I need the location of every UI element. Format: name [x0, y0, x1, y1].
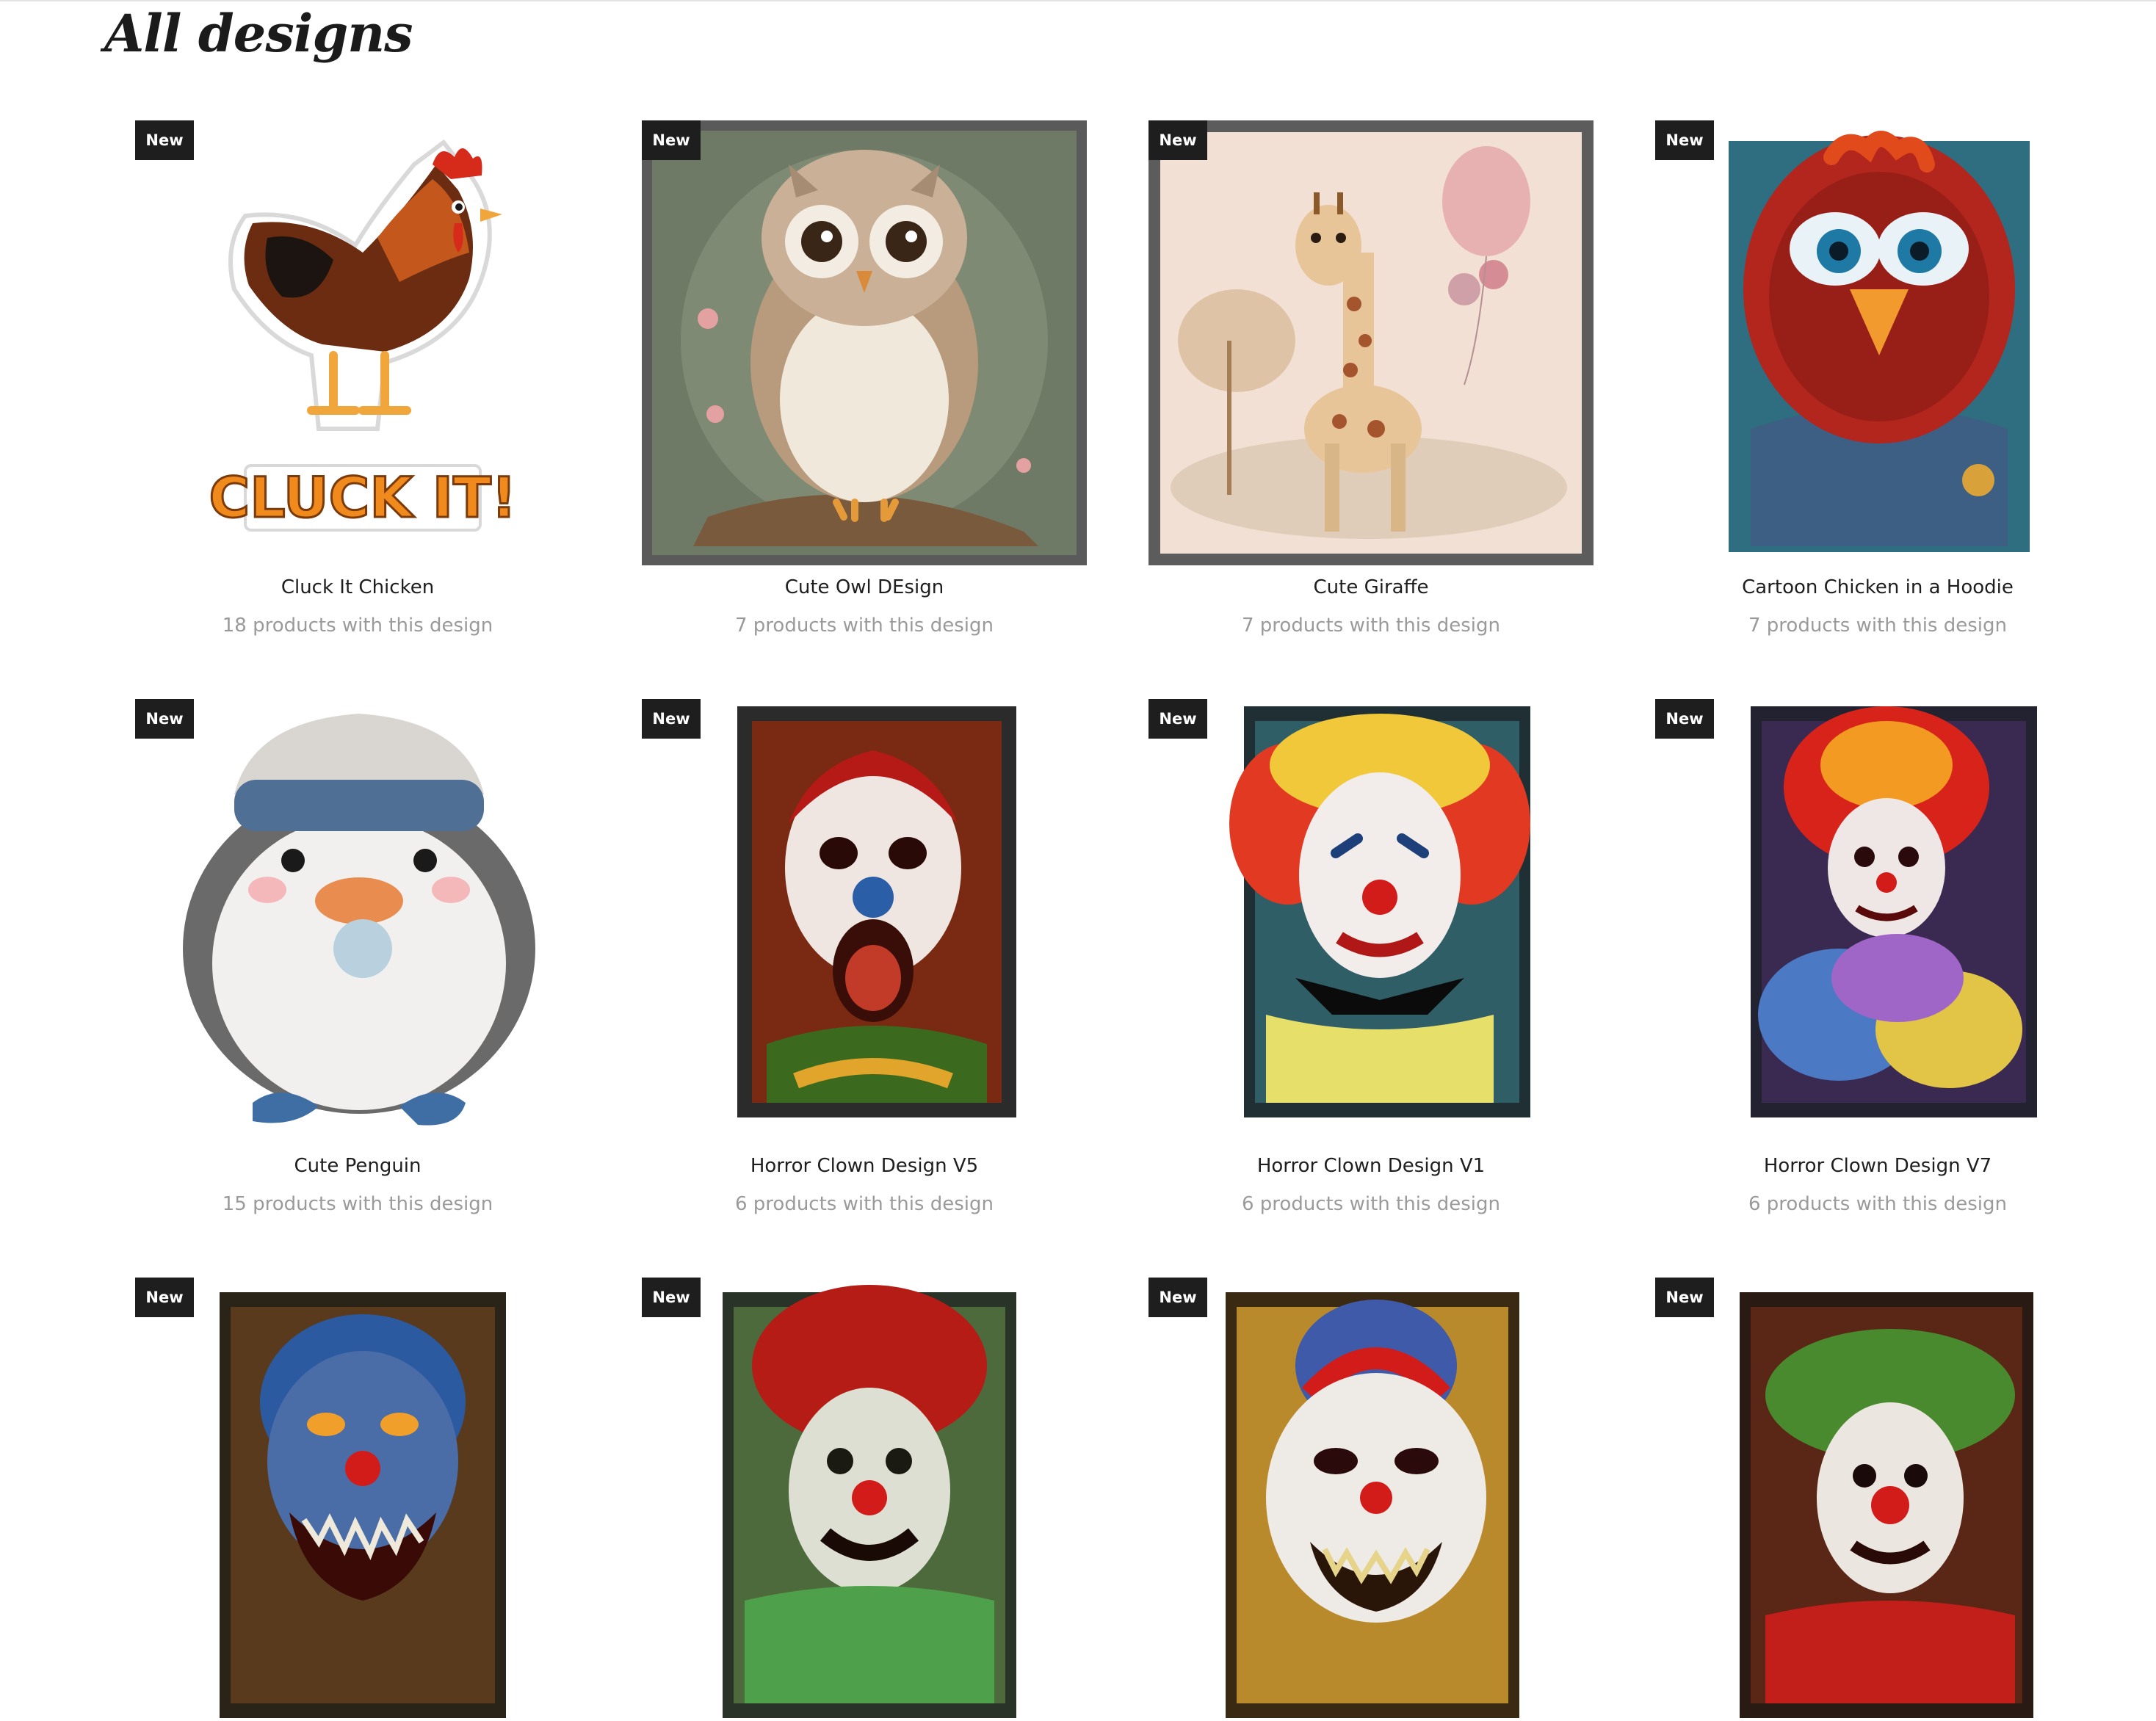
cartoon-chicken-illustration	[1655, 120, 2100, 565]
penguin-illustration	[135, 699, 580, 1144]
design-thumbnail-owl[interactable]	[642, 120, 1087, 565]
design-card[interactable]: New Horror Clown Design V5 6 products wi…	[642, 699, 1087, 1257]
owl-illustration	[642, 120, 1087, 565]
design-thumbnail-horror-clown[interactable]	[1148, 699, 1594, 1144]
design-thumbnail-horror-clown[interactable]	[642, 699, 1087, 1144]
design-product-count: 6 products with this design	[1748, 1193, 2007, 1215]
design-thumbnail-penguin[interactable]	[135, 699, 580, 1144]
design-card[interactable]: New Cute Giraffe 7 products with this de…	[1148, 120, 1594, 678]
new-badge: New	[642, 120, 701, 160]
design-product-count: 15 products with this design	[222, 1193, 493, 1215]
design-title[interactable]: Cute Penguin	[76, 1151, 639, 1181]
new-badge: New	[1148, 120, 1207, 160]
new-badge: New	[642, 699, 701, 739]
new-badge: New	[642, 1278, 701, 1317]
design-title[interactable]: Cluck It Chicken	[76, 573, 639, 602]
design-product-count: 7 products with this design	[1241, 615, 1500, 637]
horror-clown-illustration	[642, 1278, 1087, 1721]
new-badge: New	[1655, 699, 1714, 739]
design-card[interactable]: New	[1148, 1278, 1594, 1721]
design-card[interactable]: New Cute Penguin 15 products with this d…	[135, 699, 580, 1257]
design-thumbnail-horror-clown[interactable]	[642, 1278, 1087, 1721]
design-card[interactable]: New Cute Owl DEsign 7 products with this…	[642, 120, 1087, 678]
design-title[interactable]: Cute Owl DEsign	[583, 573, 1146, 602]
new-badge: New	[1655, 120, 1714, 160]
design-card[interactable]: CLUCK IT! New Cluck It Chicken 18 produc…	[135, 120, 580, 678]
design-product-count: 18 products with this design	[222, 615, 493, 637]
design-thumbnail-horror-clown[interactable]	[1148, 1278, 1594, 1721]
horror-clown-illustration	[642, 699, 1087, 1144]
new-badge: New	[1148, 699, 1207, 739]
design-title[interactable]: Horror Clown Design V1	[1090, 1151, 1652, 1181]
rooster-sticker-illustration: CLUCK IT!	[135, 120, 580, 565]
new-badge: New	[135, 1278, 194, 1317]
horror-clown-illustration	[1148, 699, 1594, 1144]
design-card[interactable]: New	[642, 1278, 1087, 1721]
new-badge: New	[135, 120, 194, 160]
design-thumbnail-giraffe[interactable]	[1148, 120, 1594, 565]
new-badge: New	[135, 699, 194, 739]
design-product-count: 7 products with this design	[1748, 615, 2007, 637]
design-title[interactable]: Horror Clown Design V5	[583, 1151, 1146, 1181]
designs-grid: New Cute Owl DEsign 7 products with this…	[0, 0, 2156, 1721]
design-card[interactable]: New	[135, 1278, 580, 1721]
design-product-count: 6 products with this design	[1241, 1193, 1500, 1215]
design-title[interactable]: Cute Giraffe	[1090, 573, 1652, 602]
horror-clown-illustration	[135, 1278, 580, 1721]
design-card[interactable]: New Cartoon Chicken in a Hoodie 7 produc…	[1655, 120, 2100, 678]
design-thumbnail-horror-clown[interactable]	[135, 1278, 580, 1721]
giraffe-illustration	[1148, 120, 1594, 565]
design-product-count: 6 products with this design	[734, 1193, 994, 1215]
design-title[interactable]: Cartoon Chicken in a Hoodie	[1596, 573, 2156, 602]
design-title[interactable]: Horror Clown Design V7	[1596, 1151, 2156, 1181]
new-badge: New	[1148, 1278, 1207, 1317]
design-card[interactable]: New Horror Clown Design V1 6 products wi…	[1148, 699, 1594, 1257]
design-thumbnail-horror-clown[interactable]	[1655, 699, 2100, 1144]
design-thumbnail-cartoon-chicken[interactable]	[1655, 120, 2100, 565]
design-product-count: 7 products with this design	[734, 615, 994, 637]
design-card[interactable]: New	[1655, 1278, 2100, 1721]
sticker-text: CLUCK IT!	[209, 465, 516, 530]
horror-clown-illustration	[1655, 699, 2100, 1144]
horror-clown-illustration	[1148, 1278, 1594, 1721]
design-thumbnail-rooster[interactable]: CLUCK IT!	[135, 120, 580, 565]
design-thumbnail-horror-clown[interactable]	[1655, 1278, 2100, 1721]
new-badge: New	[1655, 1278, 1714, 1317]
design-card[interactable]: New Horror Clown Design V7 6 products wi…	[1655, 699, 2100, 1257]
horror-clown-illustration	[1655, 1278, 2100, 1721]
